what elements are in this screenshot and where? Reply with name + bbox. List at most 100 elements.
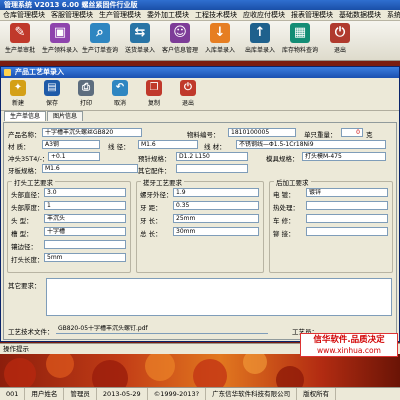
steel-label: 线 材： bbox=[204, 143, 226, 151]
toolbar-button[interactable]: ☺ 客户信息管理 bbox=[160, 21, 200, 59]
menu-item[interactable]: 仓库管理模块 bbox=[0, 10, 48, 20]
app-title: 管理系统 V2013 6.00 螺丝紧固件行业版 bbox=[4, 1, 138, 9]
other-parts-label: 其它配件： bbox=[138, 167, 171, 175]
group-field-label: 车 修： bbox=[273, 217, 295, 225]
group-field-input[interactable]: 镀锌 bbox=[306, 188, 388, 197]
window-toolbar-button[interactable]: ↶ 取消 bbox=[103, 78, 137, 110]
group-field-label: 热处理： bbox=[273, 204, 299, 212]
group-field-label: 牙 距： bbox=[140, 204, 162, 212]
status-cell: 001 bbox=[0, 388, 26, 400]
other-req-field[interactable] bbox=[46, 278, 392, 316]
save-icon: ▤ bbox=[44, 80, 60, 96]
status-bar: 001 用户姓名 管理员 2013-05-29 ©1999-2013? 广东信华软件科技有… bbox=[0, 387, 400, 400]
toolbar-button-label: 入库单录入 bbox=[204, 47, 235, 54]
group-field-input[interactable]: 25mm bbox=[173, 214, 259, 223]
tooth-label: 牙板规格： bbox=[8, 167, 41, 175]
group-field-label: 头部直径： bbox=[11, 191, 44, 199]
unit-weight-field[interactable]: 0 bbox=[341, 128, 363, 137]
tech-file-field[interactable]: GB820-05十字槽丰沉头螺钉.pdf bbox=[56, 325, 268, 334]
die-label: 模具规格： bbox=[266, 155, 299, 163]
tab-item[interactable]: 生产单信息 bbox=[4, 111, 47, 121]
menu-item[interactable]: 基础数据模块 bbox=[336, 10, 384, 20]
unit-weight-label: 单只重量： bbox=[304, 131, 337, 139]
group-field-input[interactable]: 丰沉头 bbox=[44, 214, 126, 223]
window-icon bbox=[4, 69, 11, 76]
window-toolbar-label: 保存 bbox=[45, 100, 58, 107]
toolbar-button-label: 库存物料查询 bbox=[281, 47, 318, 54]
window-toolbar-button[interactable]: ✦ 新建 bbox=[1, 78, 35, 110]
toolbar-button[interactable]: ▦ 库存物料查询 bbox=[280, 21, 320, 59]
promo-banner: 信华软件.品质决定 www.xinhua.com bbox=[300, 333, 398, 357]
menu-item[interactable]: 生产管理模块 bbox=[96, 10, 144, 20]
thread-process-title: 搓牙工艺要求 bbox=[141, 177, 184, 187]
window-toolbar-button[interactable]: ❐ 复制 bbox=[137, 78, 171, 110]
status-cell: ©1999-2013? bbox=[148, 388, 207, 400]
new-icon: ✦ bbox=[10, 80, 26, 96]
product-name-field[interactable]: 十字槽丰沉头螺丝GB820 bbox=[42, 128, 142, 137]
window-toolbar-button[interactable]: ⎙ 打印 bbox=[69, 78, 103, 110]
window-toolbar-button[interactable]: ⏻ 退出 bbox=[171, 78, 205, 110]
exit-icon: ⏻ bbox=[180, 80, 196, 96]
print-icon: ⎙ bbox=[78, 80, 94, 96]
toolbar-button[interactable]: ↓ 入库单录入 bbox=[200, 21, 240, 59]
promo-line-2: www.xinhua.com bbox=[317, 346, 381, 355]
menu-item[interactable]: 客服管理模块 bbox=[48, 10, 96, 20]
punch-label: 冲头35T4/-： bbox=[8, 155, 49, 163]
group-field-input[interactable]: 3.0 bbox=[44, 188, 126, 197]
menu-item[interactable]: 系统功能 bbox=[384, 10, 400, 20]
status-cell: 管理员 bbox=[64, 388, 97, 400]
die-field[interactable]: 打头模M-475 bbox=[302, 152, 386, 161]
window-toolbar-label: 退出 bbox=[181, 100, 194, 107]
group-field-label: 总 长： bbox=[140, 230, 162, 238]
menu-item[interactable]: 委外加工模块 bbox=[144, 10, 192, 20]
toolbar-button-label: 出库单录入 bbox=[244, 47, 275, 54]
toolbar-button[interactable]: ▣ 生产领料录入 bbox=[40, 21, 80, 59]
material-field[interactable]: A3钢 bbox=[42, 140, 100, 149]
group-field-label: 电 镀： bbox=[273, 191, 295, 199]
group-field-label: 镶边径： bbox=[11, 243, 37, 251]
window-toolbar: ✦ 新建 ▤ 保存 ⎙ 打印 ↶ 取消 ❐ 复制 ⏻ 退出 bbox=[1, 78, 399, 111]
material-no-field[interactable]: 1810100005 bbox=[228, 128, 296, 137]
group-field-input[interactable]: 5mm bbox=[44, 253, 126, 262]
unit-weight-unit: 克 bbox=[366, 131, 373, 139]
group-field-label: 头 型： bbox=[11, 217, 33, 225]
group-field-label: 打头长度： bbox=[11, 256, 44, 264]
toolbar-button[interactable]: ⏻ 退出 bbox=[320, 21, 360, 59]
group-field-input[interactable]: 1 bbox=[44, 201, 126, 210]
tab-item[interactable]: 图片信息 bbox=[47, 111, 84, 121]
menu-item[interactable]: 报表管理模块 bbox=[288, 10, 336, 20]
group-field-input[interactable] bbox=[306, 214, 388, 223]
window-toolbar-button[interactable]: ▤ 保存 bbox=[35, 78, 69, 110]
toolbar-button[interactable]: ↑ 出库单录入 bbox=[240, 21, 280, 59]
window-toolbar-label: 打印 bbox=[79, 100, 92, 107]
tooth-field[interactable]: M1.6 bbox=[42, 164, 138, 173]
group-field-input[interactable] bbox=[306, 227, 388, 236]
cancel-icon: ↶ bbox=[112, 80, 128, 96]
window-toolbar-label: 取消 bbox=[113, 100, 126, 107]
group-field-input[interactable]: 0.35 bbox=[173, 201, 259, 210]
group-field-input[interactable]: 1.9 bbox=[173, 188, 259, 197]
menu-item[interactable]: 应收应付模块 bbox=[240, 10, 288, 20]
window-title-bar: 产品工艺单录入 bbox=[1, 67, 399, 78]
toolbar-button[interactable]: ✎ 生产单审批 bbox=[0, 21, 40, 59]
toolbar-button[interactable]: ⌕ 生产订单查询 bbox=[80, 21, 120, 59]
group-field-input[interactable]: 30mm bbox=[173, 227, 259, 236]
group-field-input[interactable]: 十字槽 bbox=[44, 227, 126, 236]
group-field-input[interactable] bbox=[44, 240, 126, 249]
steel-field[interactable]: 不锈钢线—Φ1.5-1Cr18Ni9 bbox=[236, 140, 386, 149]
group-field-label: 头部厚度： bbox=[11, 204, 44, 212]
toolbar-button-label: 生产单审批 bbox=[4, 47, 35, 54]
main-toolbar: ✎ 生产单审批 ▣ 生产领料录入 ⌕ 生产订单查询 ⇆ 送货单录入 ☺ 客户信息管理 ↓ 入库单录入 ↑… bbox=[0, 21, 400, 61]
group-field-input[interactable] bbox=[306, 201, 388, 210]
toolbar-button[interactable]: ⇆ 送货单录入 bbox=[120, 21, 160, 59]
delivery-icon: ⇆ bbox=[130, 23, 150, 43]
process-sheet-window: 产品工艺单录入 ✦ 新建 ▤ 保存 ⎙ 打印 ↶ 取消 ❐ 复制 ⏻ 退出 生产单信息 图片信息 产品名… bbox=[0, 66, 400, 342]
wire-field[interactable]: M1.6 bbox=[138, 140, 198, 149]
menu-item[interactable]: 工程技术模块 bbox=[192, 10, 240, 20]
preform-field[interactable]: D1.2 L150 bbox=[176, 152, 248, 161]
other-parts-field[interactable] bbox=[176, 164, 248, 173]
order-query-icon: ⌕ bbox=[90, 23, 110, 43]
punch-field[interactable]: +0.1 bbox=[48, 152, 100, 161]
status-cell: 2013-05-29 bbox=[97, 388, 148, 400]
head-process-title: 打头工艺要求 bbox=[12, 177, 55, 187]
